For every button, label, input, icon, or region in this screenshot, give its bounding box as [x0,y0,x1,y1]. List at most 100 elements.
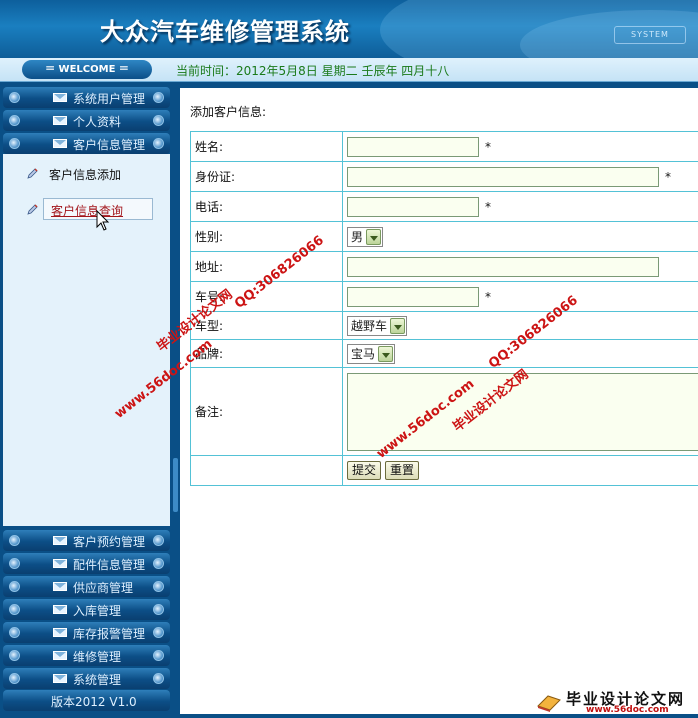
menu-label: 客户预约管理 [73,535,146,549]
menu-stock-in[interactable]: 入库管理 [3,599,170,620]
menu-label: 配件信息管理 [73,558,146,572]
required-mark: * [485,289,491,304]
phone-input[interactable] [347,196,479,217]
field-label: 备注: [190,367,343,456]
submenu-label: 客户信息查询 [51,204,124,218]
empty-cell [190,455,343,486]
menu-label: 库存报警管理 [73,627,146,641]
version-label: 版本2012 V1.0 [51,695,137,709]
bullet-icon [153,581,164,592]
select-value: 越野车 [351,319,388,333]
envelope-icon [53,559,67,568]
menu-system[interactable]: 系统管理 [3,668,170,689]
submit-button[interactable]: 提交 [347,461,382,480]
gender-select[interactable]: 男 [347,226,384,247]
bullet-icon [9,92,20,103]
envelope-icon [53,116,67,125]
bullet-icon [153,535,164,546]
chevron-down-icon [366,228,382,245]
bullet-icon [9,627,20,638]
envelope-icon [53,605,67,614]
bullet-icon [9,115,20,126]
envelope-icon [53,582,67,591]
menu-label: 维修管理 [73,650,122,664]
name-input[interactable] [347,136,479,157]
bullet-icon [153,138,164,149]
menu-label: 客户信息管理 [73,138,146,152]
submenu-query-customer[interactable]: 客户信息查询 [3,198,170,220]
current-time: 当前时间：2012年5月8日 星期二 壬辰年 四月十八 [176,64,450,78]
field-label: 姓名: [190,131,343,162]
select-value: 男 [351,230,364,244]
address-input[interactable] [347,256,659,277]
welcome-badge: ＝ WELCOME ＝ [22,60,152,79]
plate-input[interactable] [347,286,479,307]
menu-label: 入库管理 [73,604,122,618]
field-label: 电话: [190,191,343,222]
reset-button[interactable]: 重置 [385,461,420,480]
site-logo: 毕业设计论文网 www.56doc.com [534,688,694,716]
sidebar-splitter[interactable] [172,82,180,718]
envelope-icon [53,93,67,102]
field-label: 地址: [190,251,343,282]
menu-repair[interactable]: 维修管理 [3,645,170,666]
envelope-icon [53,628,67,637]
chevron-down-icon [378,345,394,362]
bullet-icon [153,650,164,661]
bullet-icon [153,604,164,615]
customer-submenu: 客户信息添加 客户信息查询 [3,154,170,526]
submenu-add-customer[interactable]: 客户信息添加 [3,164,170,184]
menu-appointment[interactable]: 客户预约管理 [3,530,170,551]
menu-stock-alarm[interactable]: 库存报警管理 [3,622,170,643]
submenu-label: 客户信息添加 [49,168,122,182]
bullet-icon [153,627,164,638]
required-mark: * [485,199,491,214]
menu-system-users[interactable]: 系统用户管理 [3,87,170,108]
mouse-cursor-icon [96,210,110,231]
bullet-icon [153,558,164,569]
menu-label: 系统管理 [73,673,122,687]
bullet-icon [9,673,20,684]
chevron-down-icon [390,317,406,334]
logo-url: www.56doc.com [586,705,669,715]
envelope-icon [53,536,67,545]
field-label: 性别: [190,221,343,252]
book-logo-icon [537,695,561,712]
bullet-icon [9,604,20,615]
menu-label: 供应商管理 [73,581,134,595]
customer-form: 姓名: * 身份证: * 电话: * 性别: 男 地址: 车号: * 车型: 越… [190,131,698,486]
id-card-input[interactable] [347,166,659,187]
required-mark: * [665,169,671,184]
bullet-icon [9,138,20,149]
menu-customer-info[interactable]: 客户信息管理 [3,133,170,154]
version-bar: 版本2012 V1.0 [3,690,170,711]
car-type-select[interactable]: 越野车 [347,315,408,336]
bullet-icon [9,558,20,569]
brand-select[interactable]: 宝马 [347,343,396,364]
envelope-icon [53,674,67,683]
envelope-icon [53,651,67,660]
bullet-icon [9,650,20,661]
menu-label: 个人资料 [73,115,122,129]
main-content: 添加客户信息: 姓名: * 身份证: * 电话: * 性别: 男 地址: 车号:… [180,88,698,714]
field-label: 品牌: [190,339,343,368]
menu-parts[interactable]: 配件信息管理 [3,553,170,574]
bullet-icon [9,535,20,546]
splitter-handle[interactable] [173,458,178,512]
required-mark: * [485,139,491,154]
pencil-icon [27,168,38,179]
pencil-icon [27,204,38,215]
menu-label: 系统用户管理 [73,92,146,106]
header-banner: 大众汽车维修管理系统 SYSTEM [0,0,698,58]
page-title: 添加客户信息: [190,105,267,119]
field-label: 车号: [190,281,343,312]
bullet-icon [153,673,164,684]
remark-textarea[interactable] [347,372,698,451]
bullet-icon [9,581,20,592]
field-label: 车型: [190,311,343,340]
select-value: 宝马 [351,347,376,361]
app-title: 大众汽车维修管理系统 [100,17,350,46]
field-label: 身份证: [190,161,343,192]
menu-suppliers[interactable]: 供应商管理 [3,576,170,597]
menu-profile[interactable]: 个人资料 [3,110,170,131]
